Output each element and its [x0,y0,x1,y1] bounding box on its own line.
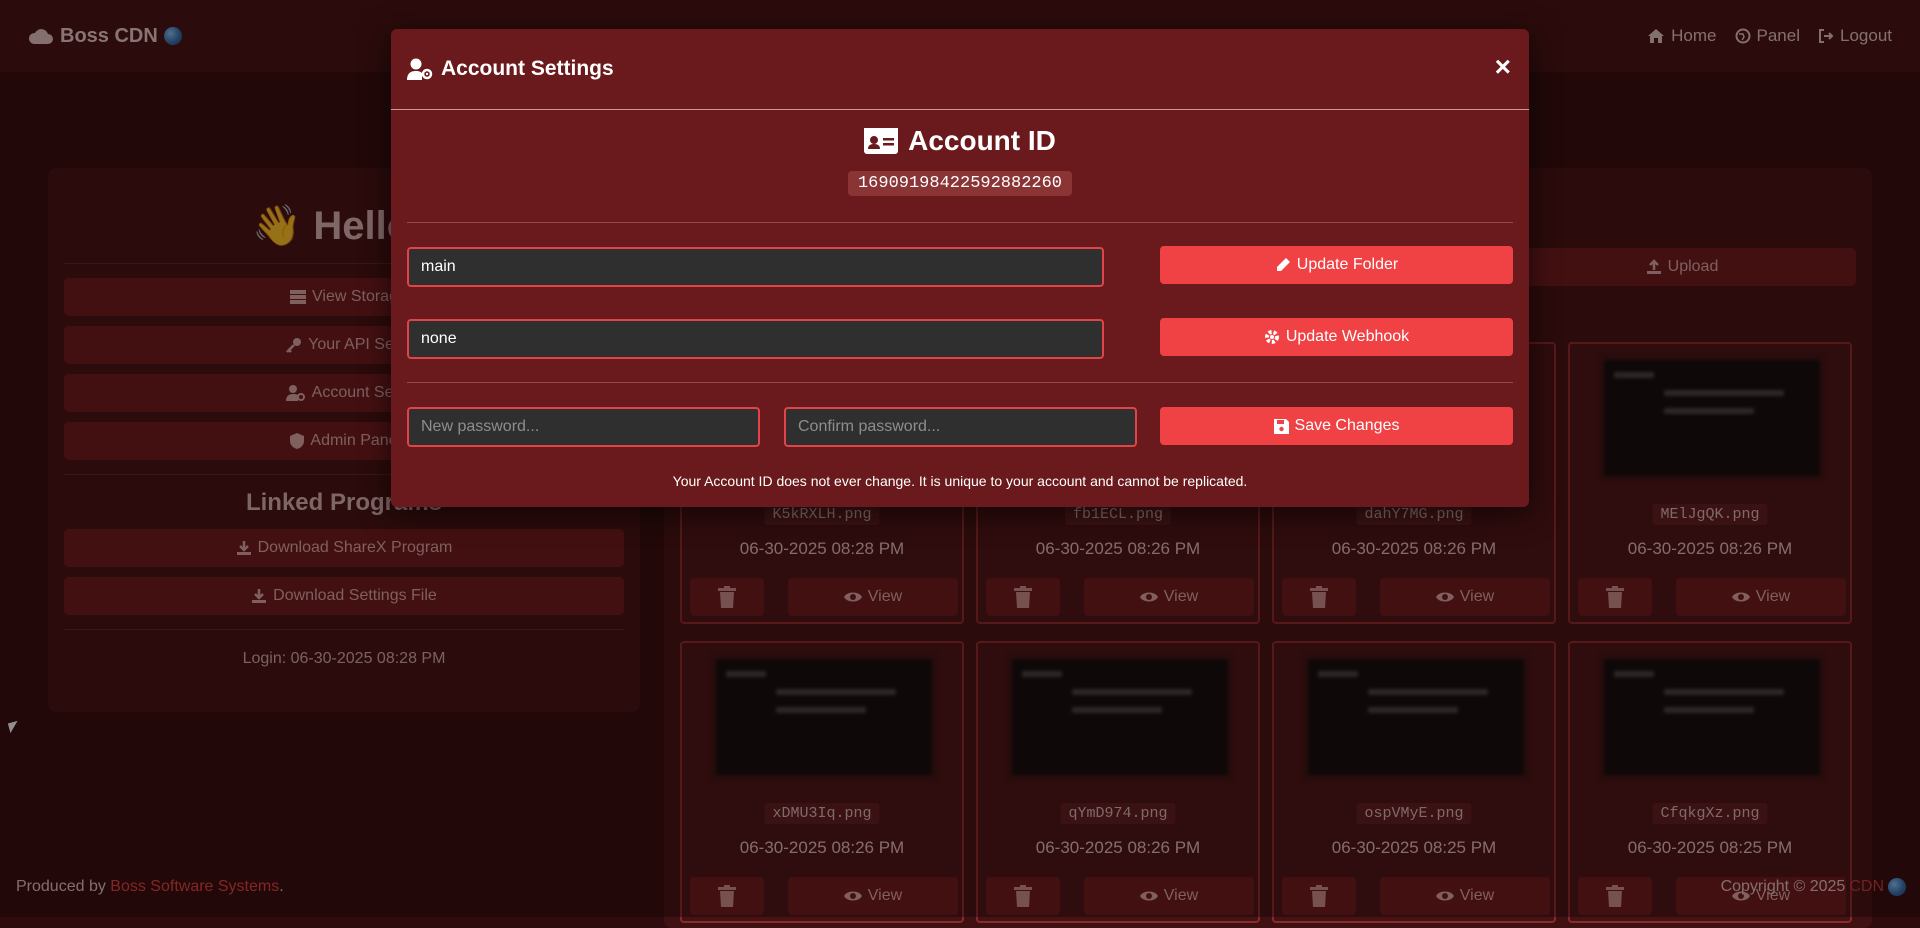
update-webhook-label: Update Webhook [1285,328,1410,345]
update-folder-label: Update Folder [1296,256,1399,273]
modal-title-text: Account Settings [441,57,614,80]
save-changes-button[interactable]: Save Changes [1160,407,1513,445]
account-id-heading: Account ID [391,125,1529,157]
id-card-icon [864,128,899,154]
folder-input[interactable] [407,247,1104,287]
new-password-input[interactable] [407,407,760,447]
divider [407,222,1513,223]
gear-icon [1264,330,1279,344]
update-folder-button[interactable]: Update Folder [1160,246,1513,284]
webhook-input[interactable] [407,319,1104,359]
modal-header: Account Settings × [391,29,1529,110]
confirm-password-input[interactable] [784,407,1137,447]
divider [407,382,1513,383]
account-settings-modal: Account Settings × Account ID 1690919842… [391,29,1529,507]
user-gear-icon [407,58,433,80]
modal-title: Account Settings [407,57,614,81]
save-changes-label: Save Changes [1294,417,1400,434]
update-webhook-button[interactable]: Update Webhook [1160,318,1513,356]
save-icon [1273,418,1289,434]
close-modal-button[interactable]: × [1495,53,1511,81]
pencil-icon [1276,258,1290,271]
account-id-note: Your Account ID does not ever change. It… [672,473,1248,489]
account-id-heading-text: Account ID [908,125,1056,156]
account-id-value: 1690919842259​2882260 [847,171,1073,196]
